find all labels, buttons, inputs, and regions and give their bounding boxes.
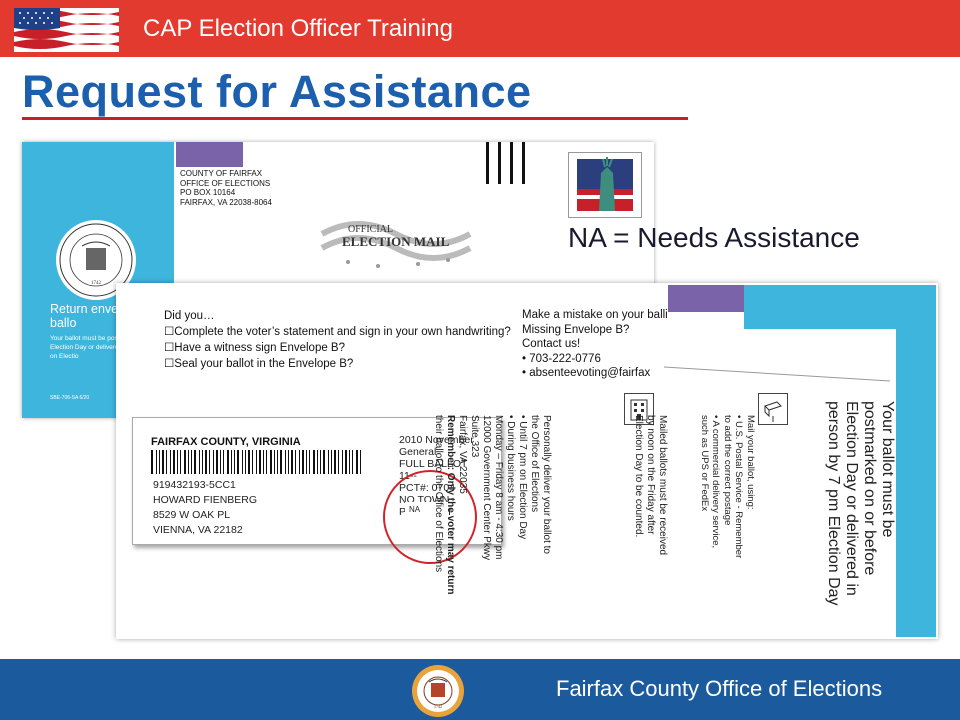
postal-bars-icon [486,142,525,184]
recipient-line: 919432193-5CC1 [153,479,236,491]
mailed-ballot-deadline-text: Mailed ballots must be received by noon … [632,415,668,555]
mail-line: to add the correct postage [722,415,733,526]
postmark-deadline-text: Your ballot must be postmarked on or bef… [824,401,896,606]
barcode-icon [151,450,361,474]
mailbox-icon [758,393,788,425]
contact-line: Make a mistake on your balli [522,309,668,321]
deliver-in-person-text: Personally deliver your ballot to the Of… [432,415,552,595]
mail-line: Mail your ballot, using: [745,415,756,510]
header-title: CAP Election Officer Training [143,15,453,42]
deliver-line: the Office of Elections [529,415,540,513]
deliver-line: Remember: Only the voter may return [445,415,456,595]
address-line: COUNTY OF FAIRFAX [180,169,263,178]
contact-line: • absenteevoting@fairfax [522,367,651,379]
label-county: FAIRFAX COUNTY, VIRGINIA [151,436,301,448]
mail-your-ballot-text: Mail your ballot, using: • U.S. Postal S… [699,415,756,559]
title-underline [22,117,688,120]
na-definition-note: NA = Needs Assistance [568,222,860,253]
svg-text:ELECTION MAIL: ELECTION MAIL [342,234,450,249]
mailed-line: by noon on the Friday after [645,415,656,535]
checklist-item: ☐Have a witness sign Envelope B? [164,342,345,354]
envelope-purple-block [176,142,243,167]
recipient-block: 919432193-5CC1 HOWARD FIENBERG 8529 W OA… [153,478,257,538]
deliver-line: Personally deliver your ballot to [541,415,552,554]
deliver-line: their ballot to the Office of Elections [433,415,444,573]
did-you-checklist: Did you… ☐Complete the voter’s statement… [164,308,511,372]
mailed-line: Mailed ballots must be received [657,415,668,556]
postage-stamp-icon [568,152,642,218]
deliver-line: Monday – Friday 8 am - 4:30 pm [493,415,504,560]
deliver-line: Fairfax, VA 22035 [457,415,468,494]
checklist-item: ☐Seal your ballot in the Envelope B? [164,358,354,370]
return-address: COUNTY OF FAIRFAX OFFICE OF ELECTIONS PO… [180,169,272,207]
svg-text:1742: 1742 [434,704,442,709]
mail-line: • A commercial delivery service, [710,415,722,549]
checklist-heading: Did you… [164,310,215,322]
official-election-mail-logo: OFFICIAL ELECTION MAIL [320,221,472,268]
recipient-line: VIENNA, VA 22182 [153,524,243,536]
postmark-line: Your ballot must be [879,401,896,538]
mail-line: • U.S. Postal Service - Remember [733,415,745,559]
address-line: PO BOX 10164 [180,188,236,197]
footer-title: Fairfax County Office of Elections [556,676,883,701]
svg-text:1742: 1742 [91,281,102,286]
us-flag-icon [14,8,119,52]
deliver-line: • During business hours [505,415,516,521]
postmark-line: person by 7 pm Election Day [825,401,842,606]
postmark-line: Election Day or delivered in [843,401,860,596]
deliver-line: • Until 7 pm on Election Day [517,415,528,540]
recipient-line: HOWARD FIENBERG [153,494,258,506]
address-line: OFFICE OF ELECTIONS [180,178,271,188]
front-envelope-image: Did you… ☐Complete the voter’s statement… [116,283,938,639]
contact-info: Make a mistake on your balli Missing Env… [522,308,668,381]
contact-line: • 703-222-0776 [522,352,601,365]
envelope-purple-block [668,285,744,312]
checklist-item: ☐Complete the voter’s statement and sign… [164,326,511,338]
fairfax-county-seal-icon: 1742 [412,665,464,717]
envelope-teal-edge [896,285,936,637]
contact-line: Contact us! [522,338,581,350]
envelope-flap-line [664,366,891,382]
mail-line: such as UPS or FedEx [699,415,710,512]
recipient-line: 8529 W OAK PL [153,509,231,521]
address-line: FAIRFAX, VA 22038-8064 [180,197,272,207]
contact-line: Missing Envelope B? [522,323,630,336]
deliver-line: Suite 323 [469,415,480,458]
deliver-line: 12000 Government Center Pkwy [481,415,492,561]
slide-title: Request for Assistance [22,66,532,117]
mailed-line: Election Day to be counted. [633,415,644,538]
postmark-line: postmarked on or before [861,401,878,576]
form-code: SBE-706-SA 6/20 [50,395,90,401]
